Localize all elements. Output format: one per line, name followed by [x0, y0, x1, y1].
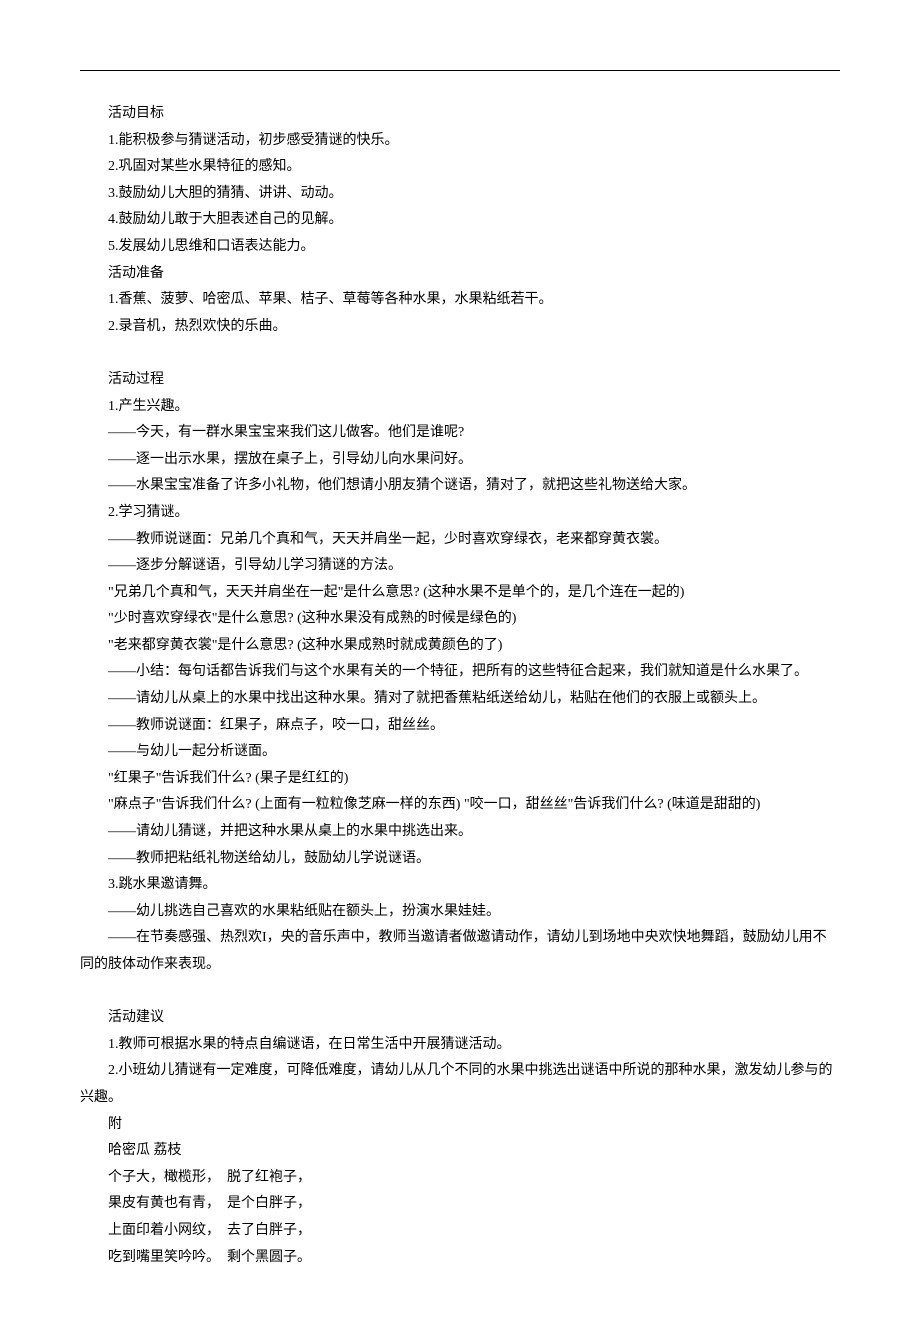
paragraph-line: ——与幼儿一起分析谜面。 [80, 739, 840, 766]
paragraph-line: ——小结：每句话都告诉我们与这个水果有关的一个特征，把所有的这些特征合起来，我们… [80, 659, 840, 686]
paragraph-line: ——教师说谜面：红果子，麻点子，咬一口，甜丝丝。 [80, 713, 840, 740]
blank-line [80, 340, 840, 367]
paragraph-line: 果皮有黄也有青， 是个白胖子， [80, 1191, 840, 1218]
paragraph-line: "红果子"告诉我们什么? (果子是红红的) [80, 766, 840, 793]
paragraph-line: 3.跳水果邀请舞。 [80, 872, 840, 899]
paragraph-line: 1.香蕉、菠萝、哈密瓜、苹果、桔子、草莓等各种水果，水果粘纸若干。 [80, 287, 840, 314]
paragraph-line: 2.小班幼儿猜谜有一定难度，可降低难度，请幼儿从几个不同的水果中挑选出谜语中所说… [80, 1058, 840, 1111]
paragraph-line: ——逐一出示水果，摆放在桌子上，引导幼儿向水果问好。 [80, 447, 840, 474]
paragraph-line: 2.巩固对某些水果特征的感知。 [80, 154, 840, 181]
paragraph-line: ——请幼儿猜谜，并把这种水果从桌上的水果中挑选出来。 [80, 819, 840, 846]
paragraph-line: 活动准备 [80, 261, 840, 288]
paragraph-line: ——水果宝宝准备了许多小礼物，他们想请小朋友猜个谜语，猜对了，就把这些礼物送给大… [80, 473, 840, 500]
paragraph-line: 活动目标 [80, 101, 840, 128]
paragraph-line: 4.鼓励幼儿敢于大胆表述自己的见解。 [80, 207, 840, 234]
paragraph-line: ——今天，有一群水果宝宝来我们这儿做客。他们是谁呢? [80, 420, 840, 447]
paragraph-line: ——教师把粘纸礼物送给幼儿，鼓励幼儿学说谜语。 [80, 846, 840, 873]
paragraph-line: "老来都穿黄衣裳"是什么意思? (这种水果成熟时就成黄颜色的了) [80, 633, 840, 660]
paragraph-line: 3.鼓励幼儿大胆的猜猜、讲讲、动动。 [80, 181, 840, 208]
paragraph-line: ——请幼儿从桌上的水果中找出这种水果。猜对了就把香蕉粘纸送给幼儿，粘贴在他们的衣… [80, 686, 840, 713]
paragraph-line: ——幼儿挑选自己喜欢的水果粘纸贴在额头上，扮演水果娃娃。 [80, 899, 840, 926]
paragraph-line: 1.能积极参与猜谜活动，初步感受猜谜的快乐。 [80, 128, 840, 155]
paragraph-line: "少时喜欢穿绿衣"是什么意思? (这种水果没有成熟的时候是绿色的) [80, 606, 840, 633]
paragraph-line: 哈密瓜 荔枝 [80, 1138, 840, 1165]
paragraph-line: ——逐步分解谜语，引导幼儿学习猜谜的方法。 [80, 553, 840, 580]
paragraph-line: "麻点子"告诉我们什么? (上面有一粒粒像芝麻一样的东西) "咬一口，甜丝丝"告… [80, 792, 840, 819]
paragraph-line: 活动建议 [80, 1005, 840, 1032]
paragraph-line: 吃到嘴里笑吟吟。 剩个黑圆子。 [80, 1245, 840, 1272]
paragraph-line: 1.产生兴趣。 [80, 394, 840, 421]
paragraph-line: 活动过程 [80, 367, 840, 394]
document-body: 活动目标1.能积极参与猜谜活动，初步感受猜谜的快乐。2.巩固对某些水果特征的感知… [80, 101, 840, 1271]
paragraph-line: 2.录音机，热烈欢快的乐曲。 [80, 314, 840, 341]
blank-line [80, 979, 840, 1006]
paragraph-line: 5.发展幼儿思维和口语表达能力。 [80, 234, 840, 261]
paragraph-line: 上面印着小网纹， 去了白胖子， [80, 1218, 840, 1245]
paragraph-line: 2.学习猜谜。 [80, 500, 840, 527]
paragraph-line: ——教师说谜面：兄弟几个真和气，天天并肩坐一起，少时喜欢穿绿衣，老来都穿黄衣裳。 [80, 527, 840, 554]
paragraph-line: ——在节奏感强、热烈欢I，央的音乐声中，教师当邀请者做邀请动作，请幼儿到场地中央… [80, 925, 840, 978]
paragraph-line: 个子大，橄榄形， 脱了红袍子， [80, 1165, 840, 1192]
paragraph-line: 1.教师可根据水果的特点自编谜语，在日常生活中开展猜谜活动。 [80, 1032, 840, 1059]
paragraph-line: "兄弟几个真和气，天天并肩坐在一起"是什么意思? (这种水果不是单个的，是几个连… [80, 580, 840, 607]
paragraph-line: 附 [80, 1112, 840, 1139]
document-page: 活动目标1.能积极参与猜谜活动，初步感受猜谜的快乐。2.巩固对某些水果特征的感知… [0, 0, 920, 1331]
horizontal-rule [80, 70, 840, 71]
